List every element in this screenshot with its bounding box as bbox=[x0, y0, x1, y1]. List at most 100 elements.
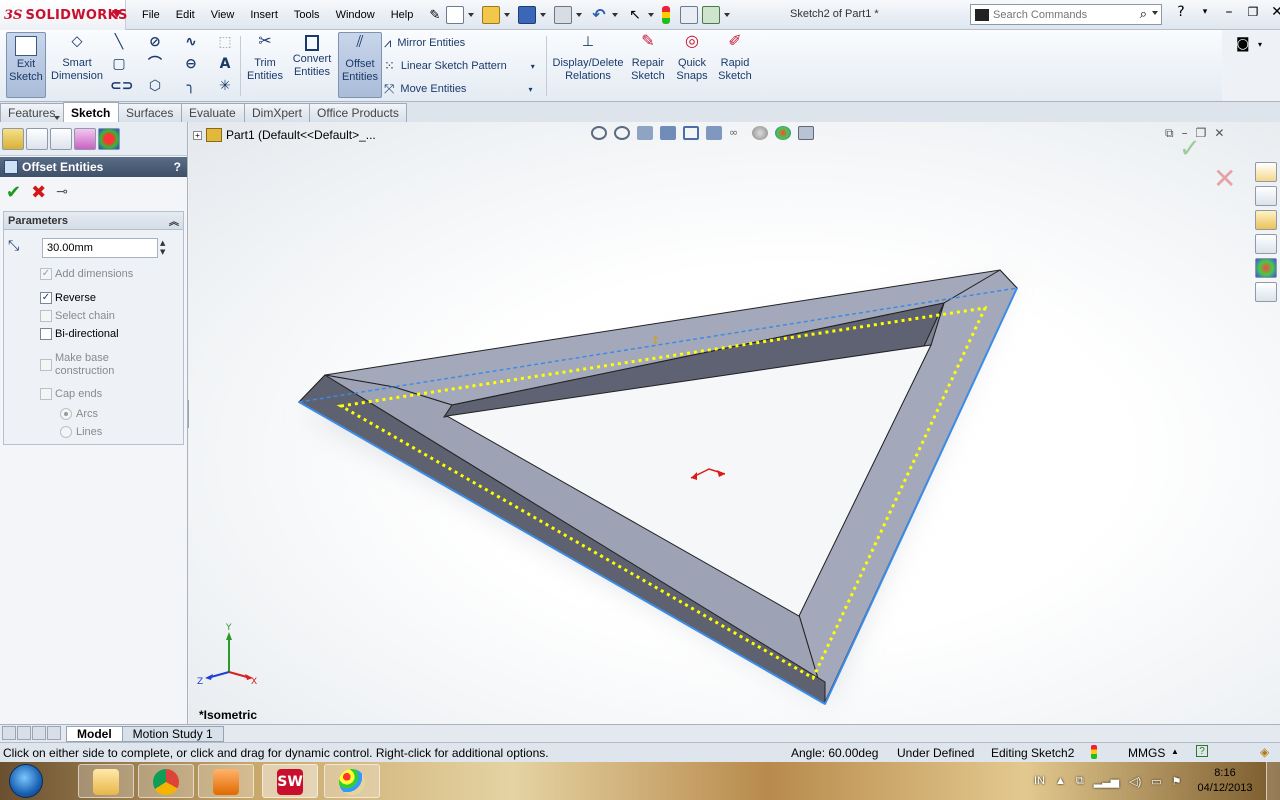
language-indicator[interactable]: IN bbox=[1034, 775, 1045, 787]
search-commands-box[interactable]: ⌕ bbox=[970, 4, 1162, 25]
prev-tab-arrow-icon[interactable] bbox=[17, 725, 31, 740]
menu-file[interactable]: File bbox=[134, 9, 168, 21]
cancel-x-icon[interactable]: ✖ bbox=[31, 182, 46, 203]
solidworks-logo[interactable]: 3S SOLIDWORKS bbox=[0, 0, 127, 30]
trim-entities-button[interactable]: ✂ Trim Entities bbox=[244, 32, 286, 98]
show-hidden-icons-icon[interactable]: ▲ bbox=[1055, 775, 1066, 787]
search-icon[interactable]: ⌕ bbox=[1140, 7, 1147, 22]
arc-tool-icon[interactable]: ⌒ bbox=[146, 56, 164, 72]
mirror-entities-button[interactable]: ⩘ Mirror Entities bbox=[384, 33, 465, 53]
first-tab-arrow-icon[interactable] bbox=[2, 725, 16, 740]
make-base-construction-checkbox[interactable]: Make base construction bbox=[40, 352, 114, 378]
smart-dimension-button[interactable]: ⬦ Smart Dimension bbox=[50, 32, 104, 98]
offset-entities-button[interactable]: ⫽ Offset Entities bbox=[338, 32, 382, 98]
power-icon[interactable]: ▭ bbox=[1151, 775, 1161, 788]
close-button[interactable]: ✕ bbox=[1268, 4, 1280, 20]
open-dropdown-icon[interactable] bbox=[504, 13, 510, 17]
dimxpert-manager-tab-icon[interactable] bbox=[74, 128, 96, 150]
status-help-icon[interactable]: ? bbox=[1196, 745, 1208, 757]
menu-tools[interactable]: Tools bbox=[286, 9, 328, 21]
spline-tool-icon[interactable]: ∿ bbox=[182, 34, 200, 50]
logo-arrow-icon[interactable] bbox=[112, 10, 122, 18]
add-dimensions-box[interactable]: ✓ bbox=[40, 268, 52, 280]
tab-features-dropdown-icon[interactable] bbox=[54, 116, 60, 120]
camera-dropdown-icon[interactable]: ▾ bbox=[1258, 40, 1262, 49]
rebuild-traffic-light-icon[interactable] bbox=[662, 6, 670, 24]
convert-entities-button[interactable]: Convert Entities bbox=[288, 32, 336, 98]
motion-study-tab[interactable]: Motion Study 1 bbox=[121, 725, 224, 742]
action-center-flag-icon[interactable]: ⚑ bbox=[1172, 775, 1182, 788]
add-dimensions-checkbox[interactable]: ✓ Add dimensions bbox=[40, 268, 133, 280]
distance-spinner[interactable]: ▲ ▼ bbox=[160, 239, 165, 257]
select-chain-checkbox[interactable]: Select chain bbox=[40, 310, 115, 322]
offset-distance-input[interactable] bbox=[42, 238, 158, 258]
undo-dropdown-icon[interactable] bbox=[612, 13, 618, 17]
move-dropdown-icon[interactable]: ▾ bbox=[528, 85, 532, 94]
spin-down-icon[interactable]: ▼ bbox=[160, 248, 165, 257]
restore-button[interactable]: ❐ bbox=[1244, 5, 1262, 19]
cap-ends-checkbox[interactable]: Cap ends bbox=[40, 388, 102, 400]
ok-checkmark-icon[interactable]: ✔ bbox=[6, 182, 21, 203]
units-dropdown-icon[interactable]: ▲ bbox=[1171, 747, 1179, 756]
graphics-area[interactable]: + Part1 (Default<<Default>_... ∞ ⧉ – ❐ ✕… bbox=[189, 122, 1280, 724]
reverse-checkbox[interactable]: ✓ Reverse bbox=[40, 292, 96, 304]
line-tool-icon[interactable]: ╲ bbox=[110, 34, 128, 50]
rebuild-status-icon[interactable] bbox=[1091, 745, 1097, 759]
quick-snaps-button[interactable]: ◎ Quick Snaps bbox=[674, 32, 710, 98]
repair-sketch-button[interactable]: ✎ Repair Sketch bbox=[628, 32, 668, 98]
select-cursor-icon[interactable]: ↖ bbox=[626, 6, 644, 24]
spin-up-icon[interactable]: ▲ bbox=[160, 239, 165, 248]
last-tab-arrow-icon[interactable] bbox=[47, 725, 61, 740]
circle-tool-icon[interactable]: ⊘ bbox=[146, 34, 164, 50]
construction-geometry-icon[interactable]: ⬚ bbox=[216, 34, 234, 50]
polygon-tool-icon[interactable]: ⬡ bbox=[146, 78, 164, 94]
sketch-text-icon[interactable]: A bbox=[216, 56, 234, 72]
taskbar-explorer[interactable] bbox=[78, 764, 134, 798]
display-manager-tab-icon[interactable] bbox=[98, 128, 120, 150]
menu-edit[interactable]: Edit bbox=[168, 9, 203, 21]
minimize-button[interactable]: – bbox=[1220, 4, 1238, 20]
bi-directional-checkbox[interactable]: Bi-directional bbox=[40, 328, 119, 340]
rectangle-tool-icon[interactable]: ▢ bbox=[110, 56, 128, 72]
tab-sketch[interactable]: Sketch bbox=[63, 102, 119, 122]
bi-directional-box[interactable] bbox=[40, 328, 52, 340]
exit-sketch-button[interactable]: Exit Sketch bbox=[6, 32, 46, 98]
tab-evaluate[interactable]: Evaluate bbox=[181, 103, 245, 122]
undo-icon[interactable]: ↶ bbox=[590, 6, 608, 24]
new-document-icon[interactable] bbox=[446, 6, 464, 24]
system-clock[interactable]: 8:16 04/12/2013 bbox=[1192, 766, 1258, 796]
collapse-chevron-icon[interactable]: ︽ bbox=[169, 213, 179, 228]
taskbar-solidworks[interactable]: SW bbox=[262, 764, 318, 798]
help-icon[interactable]: ? bbox=[1172, 4, 1190, 20]
camera-icon[interactable]: ◙ bbox=[1236, 36, 1250, 52]
save-icon[interactable] bbox=[518, 6, 536, 24]
model-tab[interactable]: Model bbox=[66, 725, 123, 742]
pin-menu-icon[interactable]: ✎ bbox=[421, 7, 448, 23]
taskbar-paint[interactable] bbox=[324, 764, 380, 798]
slot-tool-icon[interactable]: ⊂⊃ bbox=[110, 78, 133, 94]
linear-sketch-pattern-button[interactable]: ⁙ Linear Sketch Pattern ▾ bbox=[384, 56, 535, 76]
help-dropdown-icon[interactable]: ▾ bbox=[1196, 7, 1214, 17]
show-desktop-button[interactable] bbox=[1266, 762, 1280, 800]
lines-radio[interactable]: Lines bbox=[60, 426, 102, 438]
network-share-icon[interactable]: ⧉ bbox=[1076, 775, 1084, 788]
units-system[interactable]: MMGS bbox=[1128, 746, 1165, 760]
ellipse-tool-icon[interactable]: ⊖ bbox=[182, 56, 200, 72]
tab-surfaces[interactable]: Surfaces bbox=[118, 103, 182, 122]
search-dropdown-icon[interactable] bbox=[1152, 11, 1158, 15]
reverse-box[interactable]: ✓ bbox=[40, 292, 52, 304]
select-dropdown-icon[interactable] bbox=[648, 13, 654, 17]
display-delete-relations-button[interactable]: ⊥ Display/Delete Relations bbox=[552, 32, 624, 98]
options-icon[interactable] bbox=[702, 6, 720, 24]
pushpin-icon[interactable]: ⊸ bbox=[56, 184, 68, 200]
tab-features[interactable]: Features bbox=[0, 103, 64, 122]
open-folder-icon[interactable] bbox=[482, 6, 500, 24]
save-dropdown-icon[interactable] bbox=[540, 13, 546, 17]
lines-radio-button[interactable] bbox=[60, 426, 72, 438]
volume-icon[interactable]: ◁) bbox=[1129, 775, 1141, 788]
new-dropdown-icon[interactable] bbox=[468, 13, 474, 17]
tags-icon[interactable]: ◈ bbox=[1260, 745, 1269, 759]
taskbar-chrome[interactable] bbox=[138, 764, 194, 798]
rapid-sketch-button[interactable]: ✐ Rapid Sketch bbox=[716, 32, 754, 98]
search-input[interactable] bbox=[993, 8, 1123, 21]
